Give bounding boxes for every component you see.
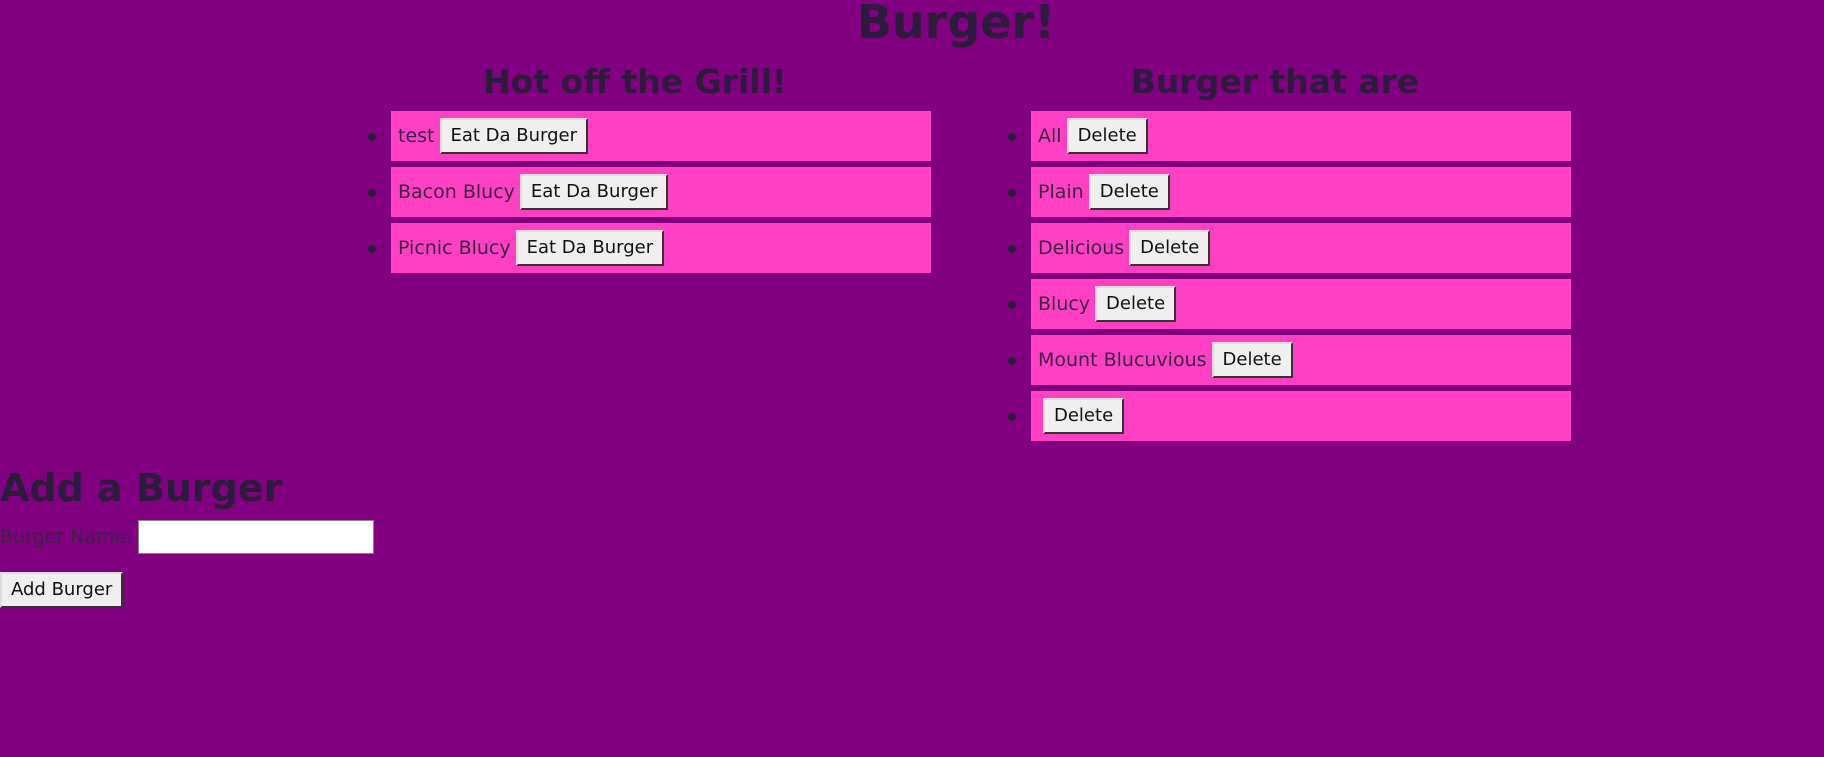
burger-name: test xyxy=(398,125,435,147)
hot-off-grill-heading: Hot off the Grill! xyxy=(483,62,787,101)
list-item: Blucy Delete xyxy=(1008,279,1571,329)
list-item: Plain Delete xyxy=(1008,167,1571,217)
burger-name-form-row: Burger Name: xyxy=(0,520,374,554)
delete-button[interactable]: Delete xyxy=(1129,230,1211,266)
list-item: All Delete xyxy=(1008,111,1571,161)
burger-name: Bacon Blucy xyxy=(398,181,515,203)
consumed-burger-list: All Delete Plain Delete Delicious Delete… xyxy=(1008,111,1571,447)
burger-name-label: Burger Name: xyxy=(0,526,133,548)
delete-button[interactable]: Delete xyxy=(1043,398,1125,434)
burger-name: Mount Blucuvious xyxy=(1038,349,1207,371)
add-burger-button[interactable]: Add Burger xyxy=(0,572,124,608)
uneaten-burger-list: test Eat Da Burger Bacon Blucy Eat Da Bu… xyxy=(368,111,931,279)
list-item: Delicious Delete xyxy=(1008,223,1571,273)
list-item: test Eat Da Burger xyxy=(368,111,931,161)
burger-name: Delicious xyxy=(1038,237,1125,259)
eat-burger-button[interactable]: Eat Da Burger xyxy=(439,118,589,154)
delete-button[interactable]: Delete xyxy=(1211,342,1293,378)
list-item: Delete xyxy=(1008,391,1571,441)
burger-name: Blucy xyxy=(1038,293,1091,315)
add-burger-heading: Add a Burger xyxy=(0,466,283,510)
page: Burger! Hot off the Grill! Burger that a… xyxy=(0,0,1824,757)
eat-burger-button[interactable]: Eat Da Burger xyxy=(519,174,669,210)
burger-name-input[interactable] xyxy=(137,520,374,554)
burger-name: Picnic Blucy xyxy=(398,237,511,259)
delete-button[interactable]: Delete xyxy=(1066,118,1148,154)
eat-burger-button[interactable]: Eat Da Burger xyxy=(515,230,665,266)
burger-name: Plain xyxy=(1038,181,1084,203)
list-item: Picnic Blucy Eat Da Burger xyxy=(368,223,931,273)
list-item: Bacon Blucy Eat Da Burger xyxy=(368,167,931,217)
burger-name: All xyxy=(1038,125,1062,147)
delete-button[interactable]: Delete xyxy=(1095,286,1177,322)
list-item: Mount Blucuvious Delete xyxy=(1008,335,1571,385)
delete-button[interactable]: Delete xyxy=(1088,174,1170,210)
page-title: Burger! xyxy=(856,0,1056,49)
